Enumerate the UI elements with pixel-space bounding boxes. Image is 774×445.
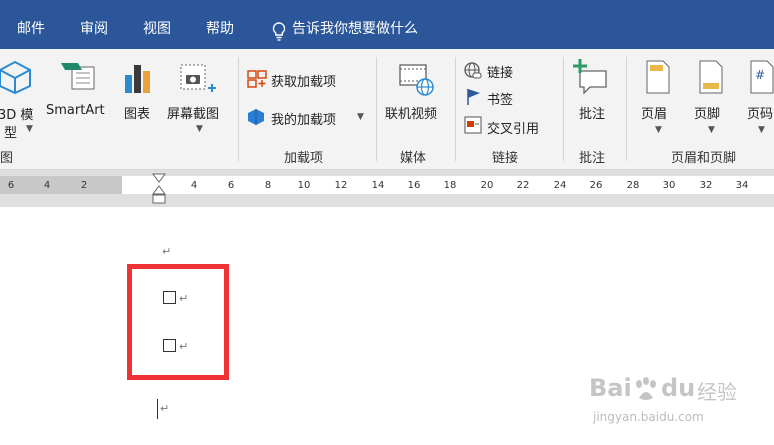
footer-label[interactable]: 页脚 — [694, 103, 720, 122]
ruler-tick: 28 — [626, 180, 640, 191]
insert-ribbon: 3D 模 型 ▼ SmartArt 图表 屏幕截图 ▼ 图 获取加载项 我的加载… — [0, 49, 774, 170]
group-illustrations-name: 图 — [0, 151, 14, 166]
group-divider — [455, 57, 456, 161]
tell-me-search[interactable]: 告诉我你想要做什么 — [292, 0, 418, 49]
lightbulb-icon[interactable] — [272, 22, 286, 42]
store-icon[interactable] — [246, 69, 268, 89]
ruler-tick: 18 — [443, 180, 457, 191]
my-addins-button[interactable]: 我的加载项 — [271, 109, 336, 128]
page-number-icon[interactable]: # — [748, 59, 774, 95]
smartart-icon[interactable] — [58, 59, 100, 95]
ruler-tick: 14 — [371, 180, 385, 191]
chevron-down-icon[interactable]: ▼ — [655, 125, 662, 135]
chevron-down-icon[interactable]: ▼ — [758, 125, 765, 135]
link-globe-icon[interactable] — [463, 61, 483, 81]
group-divider — [563, 57, 564, 161]
watermark-brand-2: du — [661, 374, 696, 402]
screenshot-label[interactable]: 屏幕截图 — [167, 103, 219, 122]
comment-icon[interactable] — [572, 57, 612, 97]
ruler-tick: 10 — [297, 180, 311, 191]
chevron-down-icon[interactable]: ▼ — [357, 112, 364, 122]
ruler-tick: 4 — [190, 180, 198, 191]
horizontal-ruler[interactable]: 6 4 2 4 6 8 10 12 14 16 18 20 22 24 26 2… — [0, 170, 774, 207]
footer-icon[interactable] — [697, 59, 725, 95]
bookmark-button[interactable]: 书签 — [487, 89, 513, 108]
header-icon[interactable] — [644, 59, 672, 95]
online-video-label[interactable]: 联机视频 — [385, 103, 437, 122]
comment-label[interactable]: 批注 — [579, 103, 605, 122]
bookmark-flag-icon[interactable] — [465, 87, 483, 107]
ruler-tick: 30 — [662, 180, 676, 191]
screenshot-icon[interactable] — [178, 61, 218, 97]
watermark-jingyan: 经验 — [697, 380, 737, 404]
chart-label[interactable]: 图表 — [124, 103, 150, 122]
group-media-name: 媒体 — [400, 151, 427, 166]
baidu-paw-icon — [636, 377, 656, 400]
highlight-box — [127, 264, 229, 380]
ruler-tick: 20 — [480, 180, 494, 191]
page-number-label[interactable]: 页码 — [747, 103, 773, 122]
paragraph-mark: ↵ — [162, 245, 172, 258]
ruler-tick: 12 — [334, 180, 348, 191]
tab-help[interactable]: 帮助 — [206, 0, 234, 49]
link-button[interactable]: 链接 — [487, 62, 513, 81]
chevron-down-icon[interactable]: ▼ — [26, 124, 33, 134]
ruler-tick: 2 — [80, 180, 88, 191]
tab-review[interactable]: 审阅 — [80, 0, 108, 49]
group-divider — [376, 57, 377, 161]
ruler-tick: 22 — [516, 180, 530, 191]
baidu-jingyan-watermark: Bai du 经验 jingyan.baidu.com — [589, 374, 769, 440]
3d-model-label-2: 型 — [4, 126, 18, 141]
watermark-url: jingyan.baidu.com — [593, 410, 704, 424]
ruler-tick: 26 — [589, 180, 603, 191]
ruler-tick: 4 — [43, 180, 51, 191]
group-addins-name: 加载项 — [284, 151, 324, 166]
ruler-tick: 16 — [407, 180, 421, 191]
get-addins-button[interactable]: 获取加载项 — [271, 71, 336, 90]
ruler-tick: 32 — [699, 180, 713, 191]
header-label[interactable]: 页眉 — [641, 103, 667, 122]
group-header-footer-name: 页眉和页脚 — [671, 151, 737, 166]
tab-view[interactable]: 视图 — [143, 0, 171, 49]
3d-model-icon[interactable] — [0, 59, 34, 95]
chevron-down-icon[interactable]: ▼ — [196, 124, 203, 134]
group-divider — [238, 57, 239, 161]
cross-reference-icon[interactable] — [463, 115, 483, 135]
group-divider — [626, 57, 627, 161]
3d-model-label[interactable]: 3D 模 — [0, 104, 33, 123]
group-links-name: 链接 — [492, 151, 519, 166]
ruler-tick: 34 — [735, 180, 749, 191]
group-comments-name: 批注 — [579, 151, 606, 166]
ruler-tick: 24 — [553, 180, 567, 191]
cross-reference-button[interactable]: 交叉引用 — [487, 118, 539, 137]
my-addins-icon[interactable] — [246, 107, 266, 127]
text-cursor — [157, 399, 158, 419]
chevron-down-icon[interactable]: ▼ — [708, 125, 715, 135]
svg-text:#: # — [755, 68, 765, 82]
ribbon-tab-bar: 邮件 审阅 视图 帮助 告诉我你想要做什么 — [0, 0, 774, 49]
watermark-brand: Bai — [589, 374, 632, 402]
ruler-tick: 8 — [264, 180, 272, 191]
paragraph-mark: ↵ — [160, 402, 170, 415]
smartart-label[interactable]: SmartArt — [46, 103, 105, 118]
ruler-tick: 6 — [7, 180, 15, 191]
chart-icon[interactable] — [122, 61, 154, 95]
tab-mailings[interactable]: 邮件 — [17, 0, 45, 49]
indent-marker-icon[interactable] — [151, 172, 167, 206]
online-video-icon[interactable] — [398, 61, 436, 97]
ruler-tick: 6 — [227, 180, 235, 191]
